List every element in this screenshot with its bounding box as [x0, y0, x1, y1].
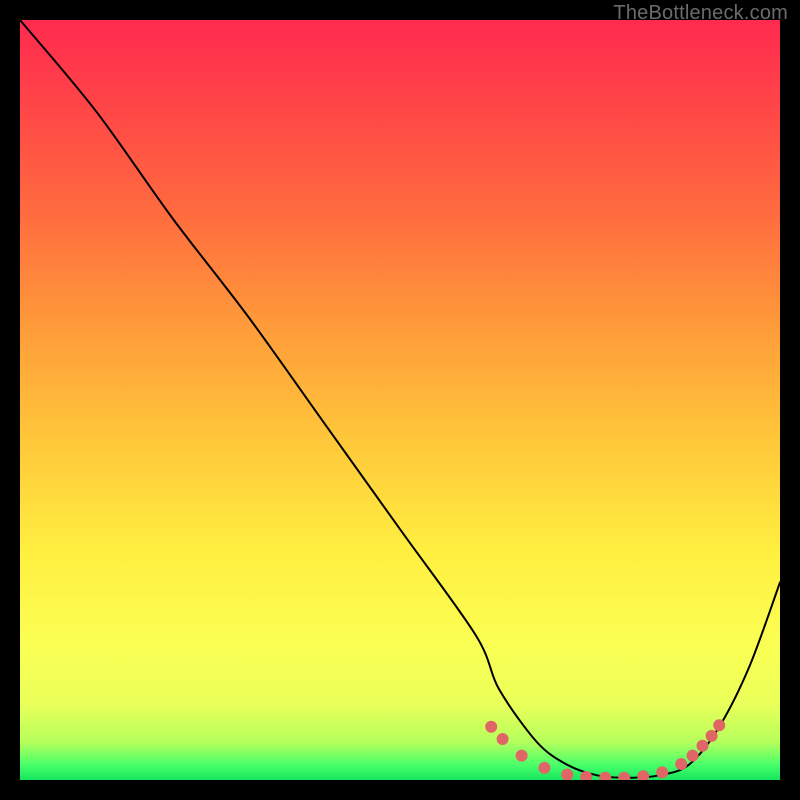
curve-marker [618, 772, 630, 780]
curve-marker [485, 721, 497, 733]
curve-marker [637, 770, 649, 780]
watermark-text: TheBottleneck.com [613, 2, 788, 25]
chart-frame: TheBottleneck.com [0, 0, 800, 800]
curve-marker [687, 750, 699, 762]
curve-marker [599, 772, 611, 780]
curve-marker [561, 769, 573, 780]
curve-marker [516, 750, 528, 762]
curve-marker [706, 730, 718, 742]
curve-line [20, 20, 780, 778]
curve-marker [713, 719, 725, 731]
curve-marker [497, 733, 509, 745]
curve-marker [656, 766, 668, 778]
curve-marker [675, 758, 687, 770]
curve-marker [538, 762, 550, 774]
curve-marker [580, 771, 592, 780]
plot-area [20, 20, 780, 780]
curve-markers [485, 719, 725, 780]
chart-svg [20, 20, 780, 780]
curve-marker [696, 740, 708, 752]
